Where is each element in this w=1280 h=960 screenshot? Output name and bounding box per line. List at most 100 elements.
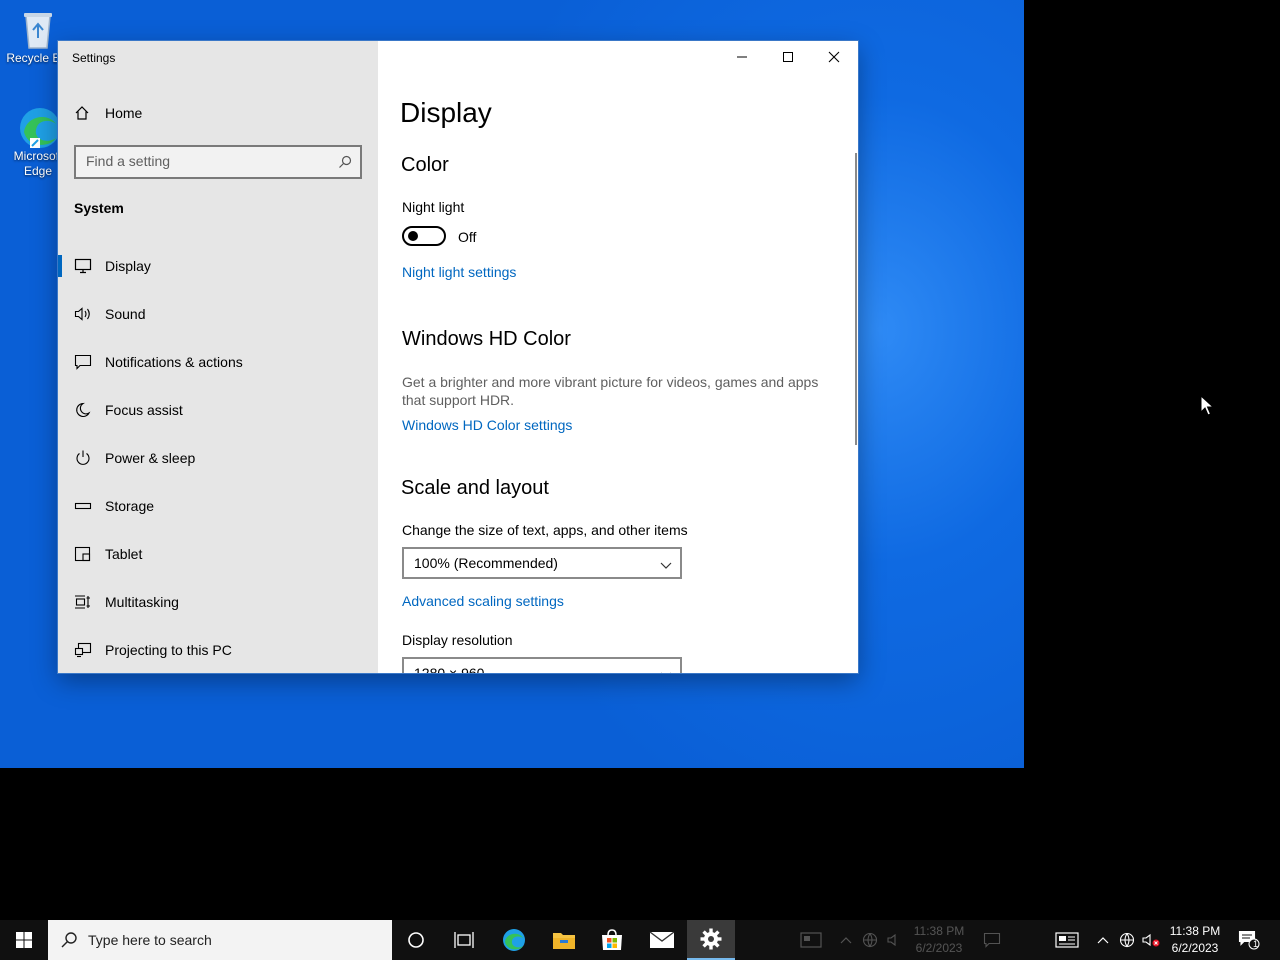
sidebar-item-focus-assist[interactable]: Focus assist (58, 390, 378, 430)
sidebar-item-power-sleep[interactable]: Power & sleep (58, 438, 378, 478)
taskbar-mail-button[interactable] (638, 920, 686, 960)
night-light-toggle[interactable] (402, 226, 446, 246)
task-view-button[interactable] (440, 920, 488, 960)
sidebar-item-label: Sound (105, 306, 146, 322)
edge-icon (503, 929, 525, 951)
ghost-chevron-up-icon (838, 920, 854, 960)
tablet-icon (74, 546, 92, 562)
sidebar-item-projecting[interactable]: Projecting to this PC (58, 630, 378, 670)
folder-icon (553, 933, 575, 949)
show-hidden-icons-button[interactable] (1094, 920, 1112, 960)
sidebar-item-tablet[interactable]: Tablet (58, 534, 378, 574)
taskbar-clock[interactable]: 11:38 PM 6/2/2023 (1164, 923, 1226, 957)
ghost-clock: 11:38 PM 6/2/2023 (906, 923, 972, 957)
close-button[interactable] (811, 41, 857, 73)
maximize-icon (783, 52, 793, 62)
search-icon (60, 931, 78, 954)
storage-icon (74, 498, 92, 514)
sidebar-item-label: Power & sleep (105, 450, 196, 466)
notification-count-badge: 1 (1253, 939, 1259, 949)
sidebar-item-label: Focus assist (105, 402, 183, 418)
hdr-settings-link[interactable]: Windows HD Color settings (402, 417, 572, 433)
ghost-news-icon (798, 920, 824, 960)
display-resolution-label: Display resolution (402, 632, 513, 648)
taskbar-file-explorer-button[interactable] (540, 920, 588, 960)
mouse-cursor-icon (1200, 394, 1215, 422)
news-interests-button[interactable] (1052, 920, 1082, 960)
sidebar-item-notifications[interactable]: Notifications & actions (58, 342, 378, 382)
news-icon (1055, 932, 1079, 948)
sidebar: Settings Home System Display Sound (58, 41, 378, 673)
sidebar-item-label: Multitasking (105, 594, 179, 610)
hdr-description: Get a brighter and more vibrant picture … (402, 374, 819, 408)
chevron-down-icon (660, 557, 672, 573)
sidebar-item-home[interactable]: Home (58, 93, 378, 133)
store-icon (602, 929, 622, 950)
sidebar-item-sound[interactable]: Sound (58, 294, 378, 334)
sidebar-item-label: Projecting to this PC (105, 642, 232, 658)
action-center-button[interactable]: 1 (1234, 920, 1264, 960)
speaker-icon (74, 306, 92, 322)
cortana-circle-icon (408, 932, 424, 948)
start-button[interactable] (0, 920, 48, 960)
night-light-settings-link[interactable]: Night light settings (402, 264, 516, 280)
windows-logo-icon (16, 932, 32, 948)
scale-size-label: Change the size of text, apps, and other… (402, 522, 688, 538)
taskbar-store-button[interactable] (588, 920, 636, 960)
sidebar-item-label: Notifications & actions (105, 354, 243, 370)
search-input[interactable] (86, 153, 326, 169)
ghost-globe-icon (860, 920, 880, 960)
maximize-button[interactable] (765, 41, 811, 73)
taskbar-edge-button[interactable] (490, 920, 538, 960)
taskbar-search-box[interactable]: Type here to search (48, 920, 392, 960)
ghost-clock-time: 11:38 PM (913, 924, 965, 938)
window-title: Settings (72, 51, 116, 65)
taskbar-search-placeholder: Type here to search (88, 932, 212, 948)
night-light-state: Off (458, 229, 477, 245)
sidebar-item-storage[interactable]: Storage (58, 486, 378, 526)
projecting-icon (74, 642, 92, 658)
section-heading-color: Color (401, 154, 449, 176)
close-icon (828, 51, 840, 63)
search-box[interactable] (74, 145, 362, 179)
volume-muted-icon (1142, 933, 1160, 947)
cortana-button[interactable] (392, 920, 440, 960)
network-button[interactable] (1116, 920, 1138, 960)
sidebar-section-title: System (74, 200, 124, 216)
scale-size-value: 100% (Recommended) (414, 555, 558, 571)
ghost-clock-date: 6/2/2023 (915, 941, 963, 955)
volume-button[interactable] (1140, 920, 1162, 960)
sidebar-item-display[interactable]: Display (58, 246, 378, 286)
minimize-icon (737, 56, 747, 58)
display-resolution-value: 1280 × 960 (414, 665, 485, 673)
sidebar-item-label: Tablet (105, 546, 143, 562)
advanced-scaling-link[interactable]: Advanced scaling settings (402, 593, 564, 609)
section-heading-hdr: Windows HD Color (402, 328, 571, 350)
sidebar-item-label: Storage (105, 498, 155, 514)
chevron-up-icon (1097, 937, 1109, 944)
multitasking-icon (74, 594, 92, 610)
scrollbar[interactable] (855, 153, 857, 445)
search-icon (338, 155, 352, 174)
sidebar-item-label: Display (105, 258, 151, 274)
chevron-down-icon (660, 667, 672, 673)
home-icon (74, 105, 92, 121)
ghost-notification-icon (980, 920, 1004, 960)
mail-icon (649, 931, 675, 948)
power-icon (74, 450, 92, 466)
minimize-button[interactable] (719, 41, 765, 73)
night-light-label: Night light (402, 199, 465, 215)
clock-date: 6/2/2023 (1171, 941, 1219, 955)
taskbar: Type here to search 11:38 PM 6/2/2023 11… (0, 920, 1280, 960)
clock-time: 11:38 PM (1169, 924, 1221, 938)
taskbar-settings-button[interactable] (687, 920, 735, 960)
display-resolution-dropdown[interactable]: 1280 × 960 (402, 657, 682, 673)
recycle-bin-icon (18, 8, 58, 49)
gear-icon (700, 928, 722, 950)
notification-icon (74, 354, 92, 370)
moon-icon (74, 402, 92, 418)
ghost-volume-icon (884, 920, 904, 960)
edge-icon (18, 106, 60, 148)
scale-size-dropdown[interactable]: 100% (Recommended) (402, 547, 682, 579)
sidebar-item-multitasking[interactable]: Multitasking (58, 582, 378, 622)
